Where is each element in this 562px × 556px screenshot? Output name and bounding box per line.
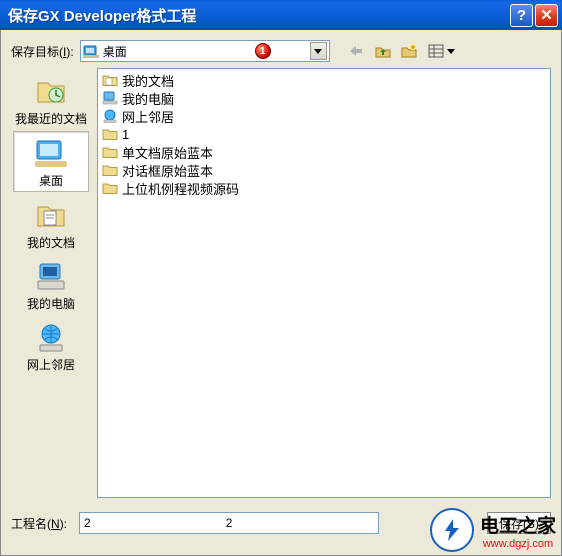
recent-docs-icon [33,74,69,108]
views-button[interactable] [424,40,458,62]
watermark: 电工之家 www.dgzj.com [430,508,556,552]
list-item[interactable]: 对话框原始蓝本 [102,161,546,179]
list-item-label: 1 [122,127,129,142]
location-label: 保存目标(I): [11,43,74,60]
location-value: 桌面 [103,43,255,60]
close-button[interactable]: ✕ [535,4,558,27]
new-folder-button[interactable] [398,40,420,62]
location-combo[interactable]: 桌面 1 [80,40,330,62]
list-item-label: 网上邻居 [122,107,174,126]
mydocs-icon [102,73,118,87]
network-icon [33,320,69,354]
folder-icon [102,127,118,141]
main-area: 我最近的文档 桌面 我的文档 我的电脑 [11,68,551,498]
desktop-icon [33,136,69,170]
project-name-label: 工程名(N): [11,515,67,532]
list-item[interactable]: 单文档原始蓝本 [102,143,546,161]
desktop-icon [83,43,99,59]
list-item-label: 上位机例程视频源码 [122,179,239,198]
watermark-logo-icon [430,508,474,552]
annotation-marker-1: 1 [255,43,271,59]
list-item-label: 我的电脑 [122,89,174,108]
list-item-label: 单文档原始蓝本 [122,143,213,162]
places-item-label: 我的文档 [27,234,75,251]
list-item[interactable]: 网上邻居 [102,107,546,125]
list-item[interactable]: 我的电脑 [102,89,546,107]
window-title: 保存GX Developer格式工程 [8,5,508,26]
folder-icon [102,181,118,195]
location-dropdown-button[interactable] [310,42,327,60]
folder-icon [102,163,118,177]
annotation-marker-2: 2 [226,516,233,530]
chevron-down-icon [447,49,455,54]
watermark-text: 电工之家 www.dgzj.com [480,511,556,550]
places-bar: 我最近的文档 桌面 我的文档 我的电脑 [11,68,91,498]
places-item-label: 我最近的文档 [15,110,87,127]
places-item-mydocs[interactable]: 我的文档 [13,194,89,253]
titlebar: 保存GX Developer格式工程 ? ✕ [0,0,562,30]
file-list[interactable]: 我的文档 我的电脑 网上邻居 1 单文档原始蓝本 对话框原始蓝本 [97,68,551,498]
places-item-label: 我的电脑 [27,295,75,312]
places-item-label: 网上邻居 [27,356,75,373]
project-name-field-wrap: 2 [79,512,379,534]
list-item-label: 对话框原始蓝本 [122,161,213,180]
dialog-client: 保存目标(I): 桌面 1 [0,30,562,556]
chevron-down-icon [314,49,322,54]
list-item[interactable]: 1 [102,125,546,143]
places-item-desktop[interactable]: 桌面 [13,131,89,192]
list-item[interactable]: 上位机例程视频源码 [102,179,546,197]
mydocs-icon [33,198,69,232]
location-row: 保存目标(I): 桌面 1 [11,40,551,62]
toolbar-buttons [346,40,458,62]
network-icon [102,109,118,123]
places-item-network[interactable]: 网上邻居 [13,316,89,375]
list-item-label: 我的文档 [122,71,174,90]
mycomp-icon [33,259,69,293]
list-item[interactable]: 我的文档 [102,71,546,89]
places-item-label: 桌面 [39,172,63,189]
back-button[interactable] [346,40,368,62]
mycomp-icon [102,91,118,105]
folder-icon [102,145,118,159]
up-folder-button[interactable] [372,40,394,62]
places-item-mycomp[interactable]: 我的电脑 [13,255,89,314]
help-button[interactable]: ? [510,4,533,27]
places-item-recent[interactable]: 我最近的文档 [13,70,89,129]
